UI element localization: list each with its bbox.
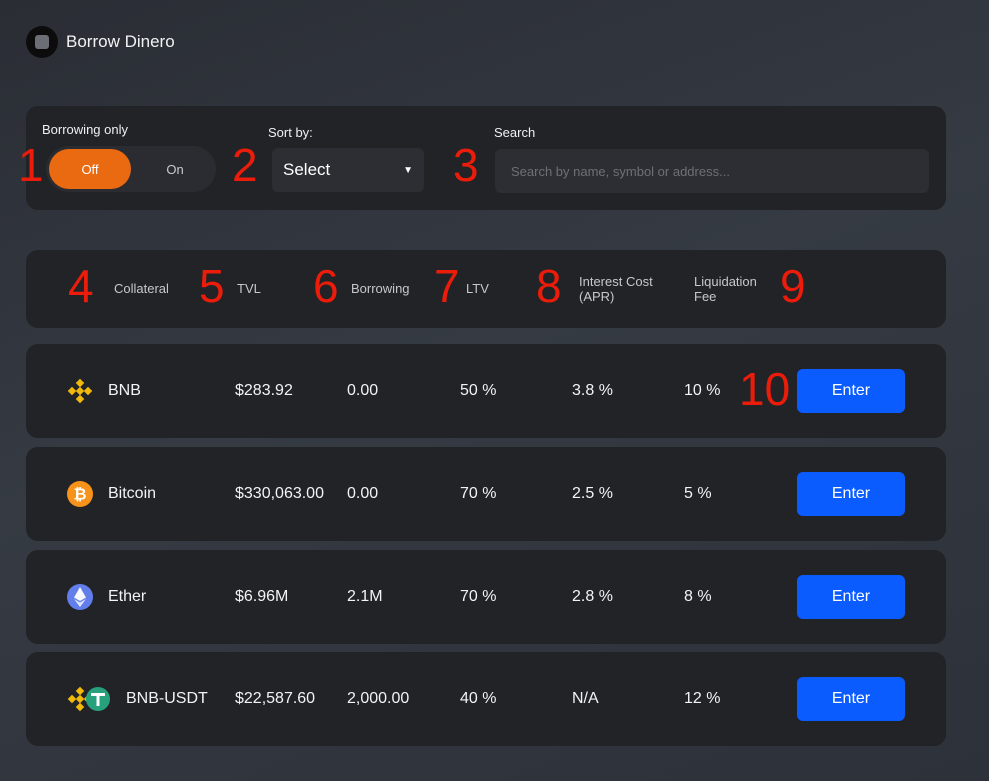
column-headers: Collateral TVL Borrowing LTV Interest Co…: [26, 250, 946, 328]
column-collateral: Collateral: [114, 281, 169, 296]
column-interest-line2: (APR): [579, 289, 615, 304]
annotation-marker-1: 1: [18, 139, 44, 191]
annotation-marker-3: 3: [453, 139, 479, 191]
search-label: Search: [494, 125, 536, 140]
column-liquidation-fee: Liquidation Fee: [694, 274, 757, 304]
annotation-marker-6: 6: [313, 260, 339, 312]
bitcoin-icon: ₿: [67, 481, 93, 507]
sort-by-label: Sort by:: [268, 125, 313, 140]
annotation-marker-10: 10: [739, 363, 791, 415]
asset-row: BNB-USDT $22,587.60 2,000.00 40 % N/A 12…: [26, 652, 946, 746]
asset-ltv: 70 %: [460, 485, 497, 502]
borrowing-only-toggle[interactable]: Off On: [46, 146, 216, 192]
toggle-off-option[interactable]: Off: [49, 149, 131, 189]
annotation-marker-9: 9: [780, 260, 806, 312]
asset-borrowing: 0.00: [347, 382, 379, 399]
filters-panel: Borrowing only Off On Sort by: Select ▼ …: [26, 106, 946, 210]
asset-borrowing: 2.1M: [347, 588, 383, 605]
app-logo-icon: [26, 26, 58, 58]
asset-interest: N/A: [572, 690, 599, 707]
borrowing-only-label: Borrowing only: [42, 122, 128, 137]
asset-borrowing: 0.00: [347, 485, 379, 502]
annotation-marker-7: 7: [434, 260, 460, 312]
asset-name: BNB: [108, 382, 141, 399]
chevron-down-icon: ▼: [403, 164, 413, 176]
asset-row: BNB $283.92 0.00 50 % 3.8 % 10 % Enter: [26, 344, 946, 438]
asset-name: Bitcoin: [108, 485, 157, 502]
annotation-marker-2: 2: [232, 139, 258, 191]
annotation-marker-5: 5: [199, 260, 225, 312]
asset-interest: 2.8 %: [572, 588, 613, 605]
app-header: Borrow Dinero: [26, 26, 175, 58]
column-ltv: LTV: [466, 281, 489, 296]
column-borrowing: Borrowing: [351, 281, 410, 296]
asset-tvl: $22,587.60: [235, 690, 316, 707]
bnb-icon: [67, 378, 93, 404]
asset-name: Ether: [108, 588, 147, 605]
asset-ltv: 70 %: [460, 588, 497, 605]
sort-select[interactable]: Select ▼: [272, 148, 424, 192]
enter-button[interactable]: Enter: [797, 369, 905, 413]
column-interest-cost: Interest Cost (APR): [579, 274, 653, 304]
asset-ltv: 40 %: [460, 690, 497, 707]
annotation-marker-4: 4: [68, 260, 94, 312]
asset-liquidation-fee: 5 %: [684, 485, 712, 502]
asset-liquidation-fee: 10 %: [684, 382, 721, 399]
asset-liquidation-fee: 8 %: [684, 588, 712, 605]
asset-name: BNB-USDT: [126, 690, 208, 707]
asset-tvl: $283.92: [235, 382, 293, 399]
column-tvl: TVL: [237, 281, 261, 296]
svg-text:₿: ₿: [73, 485, 86, 504]
ether-icon: [67, 584, 93, 610]
asset-interest: 3.8 %: [572, 382, 613, 399]
app-title: Borrow Dinero: [66, 32, 175, 51]
search-input[interactable]: [495, 149, 929, 193]
asset-row: Ether $6.96M 2.1M 70 % 2.8 % 8 % Enter: [26, 550, 946, 644]
asset-row: ₿ Bitcoin $330,063.00 0.00 70 % 2.5 % 5 …: [26, 447, 946, 541]
asset-tvl: $330,063.00: [235, 485, 324, 502]
enter-button[interactable]: Enter: [797, 472, 905, 516]
enter-button[interactable]: Enter: [797, 575, 905, 619]
sort-select-value: Select: [283, 160, 331, 179]
column-interest-line1: Interest Cost: [579, 274, 653, 289]
toggle-on-option[interactable]: On: [134, 149, 216, 189]
asset-liquidation-fee: 12 %: [684, 690, 721, 707]
enter-button[interactable]: Enter: [797, 677, 905, 721]
asset-interest: 2.5 %: [572, 485, 613, 502]
asset-ltv: 50 %: [460, 382, 497, 399]
asset-tvl: $6.96M: [235, 588, 289, 605]
column-liquidation-line2: Fee: [694, 289, 717, 304]
bnb-usdt-icon: [67, 686, 110, 712]
asset-borrowing: 2,000.00: [347, 690, 410, 707]
column-liquidation-line1: Liquidation: [694, 274, 757, 289]
annotation-marker-8: 8: [536, 260, 562, 312]
